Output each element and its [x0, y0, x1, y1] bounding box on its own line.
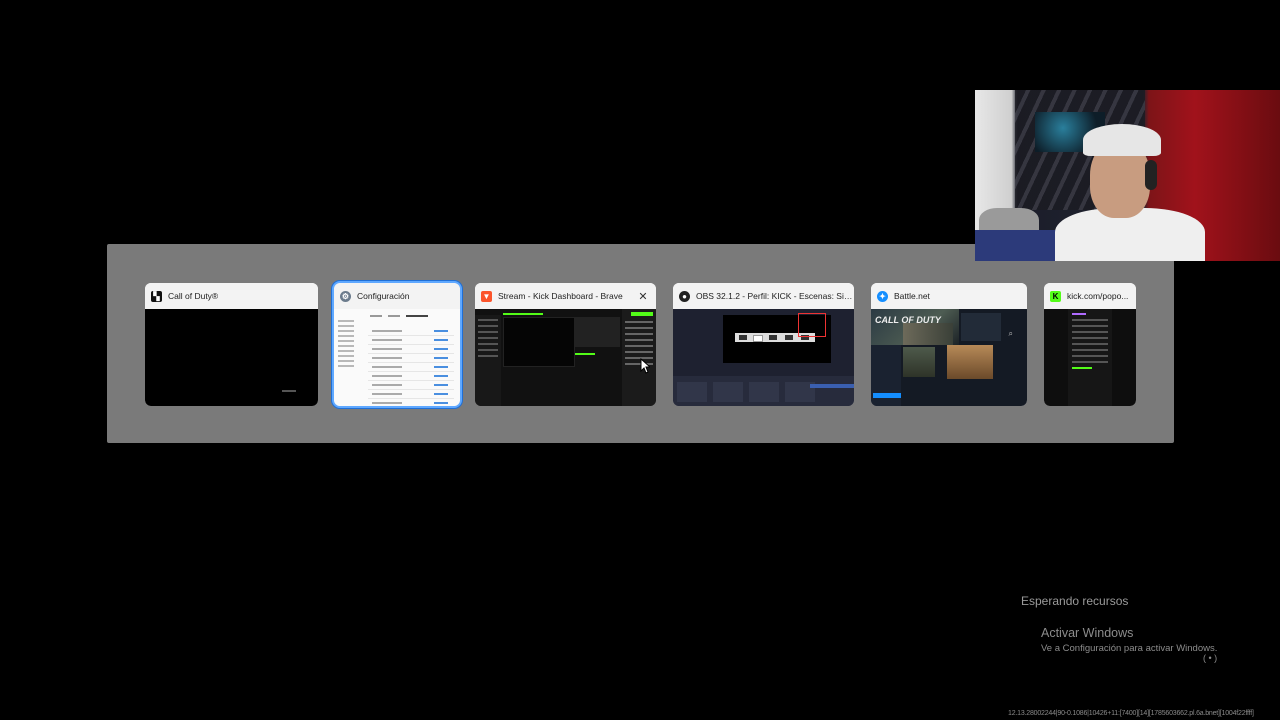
window-card-header: ✦ Battle.net — [871, 283, 1027, 309]
window-title: kick.com/popo... — [1067, 291, 1129, 301]
window-card-battlenet[interactable]: ✦ Battle.net CALL OF DUTY ⌕ — [871, 283, 1027, 406]
webcam-overlay — [975, 90, 1280, 261]
window-title: Battle.net — [894, 291, 930, 301]
window-thumbnail — [475, 309, 656, 406]
window-card-header: ▚ Call of Duty® — [145, 283, 318, 309]
activation-watermark-title: Activar Windows — [1041, 626, 1134, 640]
window-card-header: ⚙ Configuración — [334, 283, 460, 309]
window-title: OBS 32.1.2 - Perfil: KICK - Escenas: Sin… — [696, 291, 854, 301]
window-thumbnail: CALL OF DUTY ⌕ — [871, 309, 1027, 406]
window-thumbnail — [334, 309, 460, 406]
build-string: 12.13.28002244|90-0.1086|10426+11:[7400]… — [1008, 710, 1254, 717]
window-thumbnail — [145, 309, 318, 406]
obs-studio-icon: ● — [679, 290, 690, 302]
task-switcher: ▚ Call of Duty® ⚙ Configuración ▼ Stream… — [107, 244, 1174, 443]
window-card-header: ● OBS 32.1.2 - Perfil: KICK - Escenas: S… — [673, 283, 854, 309]
window-card-obs[interactable]: ● OBS 32.1.2 - Perfil: KICK - Escenas: S… — [673, 283, 854, 406]
waiting-status: Esperando recursos — [1021, 594, 1129, 608]
window-thumbnail — [673, 309, 854, 406]
window-card-call-of-duty[interactable]: ▚ Call of Duty® — [145, 283, 318, 406]
settings-gear-icon: ⚙ — [340, 290, 351, 302]
close-icon[interactable]: ✕ — [635, 288, 651, 304]
window-card-header: ▼ Stream - Kick Dashboard - Brave ✕ — [475, 283, 656, 309]
window-title: Call of Duty® — [168, 291, 219, 301]
window-title: Stream - Kick Dashboard - Brave — [498, 291, 623, 301]
window-card-kick-popout[interactable]: K kick.com/popo... — [1044, 283, 1136, 406]
kick-icon: K — [1050, 290, 1061, 302]
window-title: Configuración — [357, 291, 410, 301]
activation-watermark-subtitle: Ve a Configuración para activar Windows. — [1041, 643, 1218, 654]
call-of-duty-app-icon: ▚ — [151, 290, 162, 302]
search-icon: ⌕ — [1008, 329, 1013, 338]
window-card-header: K kick.com/popo... — [1044, 283, 1136, 309]
window-card-configuracion[interactable]: ⚙ Configuración — [332, 281, 462, 408]
window-card-kick-dashboard[interactable]: ▼ Stream - Kick Dashboard - Brave ✕ — [475, 283, 656, 406]
window-thumbnail — [1044, 309, 1136, 406]
brave-browser-icon: ▼ — [481, 290, 492, 302]
mouse-cursor-icon — [640, 358, 650, 374]
battlenet-icon: ✦ — [877, 290, 888, 302]
tray-glyph: ( • ) — [1203, 653, 1218, 663]
